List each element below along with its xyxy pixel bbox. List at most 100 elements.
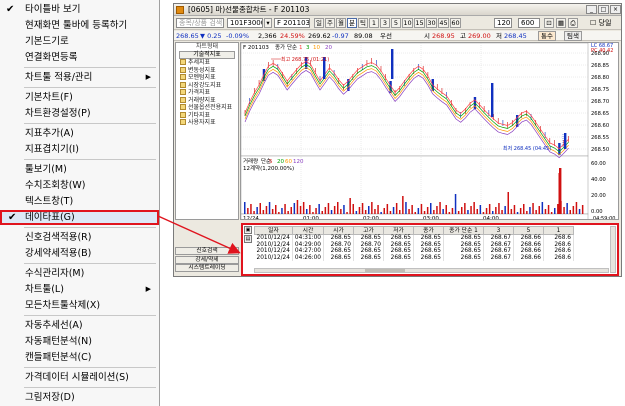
menu-item-22[interactable]: 차트툴(L) ▶ [0,282,159,297]
tree-item-0[interactable]: 추세지표 [176,59,238,67]
menu-item-1[interactable]: 현재화면 툴바에 등록하기 [0,18,159,33]
tree-item-6[interactable]: 선물옵션전용지표 [176,104,238,112]
volume-value: 2,366 [258,32,277,40]
menu-item-15[interactable]: 텍스트창(T) [0,194,159,209]
tree-item-1[interactable]: 변동성지표 [176,67,238,75]
menu-item-14[interactable]: 수치조회창(W) [0,178,159,193]
menu-item-19[interactable]: 강세약세적용(B) [0,246,159,261]
menu-item-21[interactable]: 수식관리자(M) [0,266,159,281]
interval-button-10[interactable]: 30 [426,18,437,28]
print-icon[interactable]: ⎙ [568,18,578,28]
interval-button-8[interactable]: 10 [402,18,413,28]
volume-bar [355,211,358,214]
strength-weakness-button[interactable]: 강세/약세 [175,255,239,264]
time-tick-label: 01:00 [303,216,319,220]
volume-bar [318,204,320,214]
maximize-button[interactable]: □ [598,5,609,14]
menu-item-13[interactable]: 툴보기(M) [0,162,159,177]
menu-item-11[interactable]: 지표겹치기(I) [0,142,159,157]
volume-bar [473,202,475,214]
menu-item-26[interactable]: 자동패턴분석(N) [0,334,159,349]
volume-bar [507,192,509,214]
menu-item-10[interactable]: 지표추가(A) [0,126,159,141]
menu-item-5[interactable]: 차트툴 적용/관리 ▶ [0,70,159,85]
volume-tick-label: 0.00 [591,209,603,215]
tab-trade-count[interactable]: 통수 [538,31,556,41]
interval-button-12[interactable]: 60 [450,18,461,28]
tree-item-5[interactable]: 거래량지표 [176,97,238,105]
zoom-input[interactable]: 600 [518,18,540,28]
volume-bar [519,208,522,214]
volume-bar [340,209,342,214]
column-header[interactable]: 고가 [352,226,384,235]
column-header[interactable]: 1 [542,226,574,235]
menu-item-29[interactable]: 가격데이터 시뮬레이션(S) [0,370,159,385]
interval-button-2[interactable]: 월 [336,18,346,28]
column-header[interactable]: 일자 [254,226,293,235]
column-header[interactable]: 3 [482,226,514,235]
menu-item-23[interactable]: 모든차트툴삭제(X) [0,298,159,313]
table-row[interactable]: 2010/12/24 04:26:00 268.65 268.65 268.65 268.… [254,254,574,261]
system-trading-button[interactable]: 시스템트레이딩 [175,264,239,272]
interval-button-6[interactable]: 3 [380,18,390,28]
volume-bar [389,211,392,214]
close-button[interactable]: × [610,5,621,14]
volume-legend-title: 거래량 [243,157,258,165]
info-value-1: 269.62 [308,32,331,40]
tree-item-4[interactable]: 가격지표 [176,89,238,97]
horizontal-scrollbar[interactable] [254,268,609,273]
price-volume-chart[interactable]: 268.90 268.85 268.80 268.75 268.70 268.65 268.… [240,42,619,220]
tree-item-2[interactable]: 모멘텀지표 [176,74,238,82]
lock-icon[interactable]: ⊡ [544,18,554,28]
window-title: [0605] 마)선물종합차트 - F 201103 [188,5,310,14]
column-header[interactable]: 종가 [412,226,444,235]
symbol-code-input[interactable]: 101F3000 [227,18,263,28]
code-dropdown-icon[interactable]: ▾ [264,18,272,28]
grid-icon[interactable]: ▦ [556,18,566,28]
menu-item-27[interactable]: 캔들패턴분석(C) [0,350,159,365]
tree-item-7[interactable]: 기타지표 [176,112,238,120]
table-header-row: 일자 시간 시가 고가 저가 종가 종가 단순 1351 [254,226,574,235]
volume-bar [436,206,438,214]
menu-item-2[interactable]: 기본드기로 [0,34,159,49]
interval-button-3[interactable]: 분 [347,18,357,28]
menu-item-0[interactable]: ✔ 타이틀바 보기 [0,2,159,17]
column-header[interactable]: 저가 [382,226,414,235]
price-legend-item: 3 [306,45,310,51]
volume-bar [479,205,482,214]
vertical-scrollbar[interactable] [610,226,616,273]
interval-button-5[interactable]: 1 [369,18,379,28]
menu-item-8[interactable]: 차트환경설정(P) [0,106,159,121]
symbol-search-input[interactable]: 종목/상품 검색 [176,18,224,28]
tree-item-3[interactable]: 시장강도지표 [176,82,238,90]
time-tick-label: 04:00 [483,216,499,220]
menu-item-16[interactable]: ✔ 데이타표(G) [0,210,159,225]
interval-button-1[interactable]: 주 [325,18,335,28]
column-header[interactable]: 종가 단순 1 [442,226,484,235]
menu-item-31[interactable]: 그림저장(D) [0,390,159,405]
bar-count-input[interactable]: 120 [494,18,512,28]
interval-button-11[interactable]: 45 [438,18,449,28]
column-header[interactable]: 시간 [291,226,324,235]
copy-icon[interactable]: ▤ [244,235,252,243]
tree-item-8[interactable]: 사용자지표 [176,119,238,127]
menu-item-25[interactable]: 자동추세선(A) [0,318,159,333]
today-checkbox[interactable]: ☐ 당일 [590,18,611,28]
interval-button-4[interactable]: 틱 [358,18,368,28]
interval-button-9[interactable]: 15 [414,18,425,28]
minimize-button[interactable]: _ [586,5,597,14]
save-icon[interactable]: ▣ [244,226,252,234]
volume-bar [467,210,469,214]
menu-item-3[interactable]: 연결화면등록 [0,50,159,65]
menu-item-18[interactable]: 신호검색적용(R) [0,230,159,245]
column-header[interactable]: 5 [512,226,544,235]
column-header[interactable]: 시가 [322,226,354,235]
signal-search-button[interactable]: 신호검색 [175,247,239,255]
tab-technical-indicators[interactable]: 기술적지표 [179,51,235,59]
table-row[interactable]: 2010/12/24 04:31:00 268.65 268.65 268.65 268.… [254,234,574,242]
tab-search[interactable]: 팀색 [564,31,582,41]
scroll-thumb[interactable] [365,269,405,272]
interval-button-0[interactable]: 일 [314,18,324,28]
menu-item-7[interactable]: 기본차트(F) [0,90,159,105]
interval-button-7[interactable]: 5 [391,18,401,28]
